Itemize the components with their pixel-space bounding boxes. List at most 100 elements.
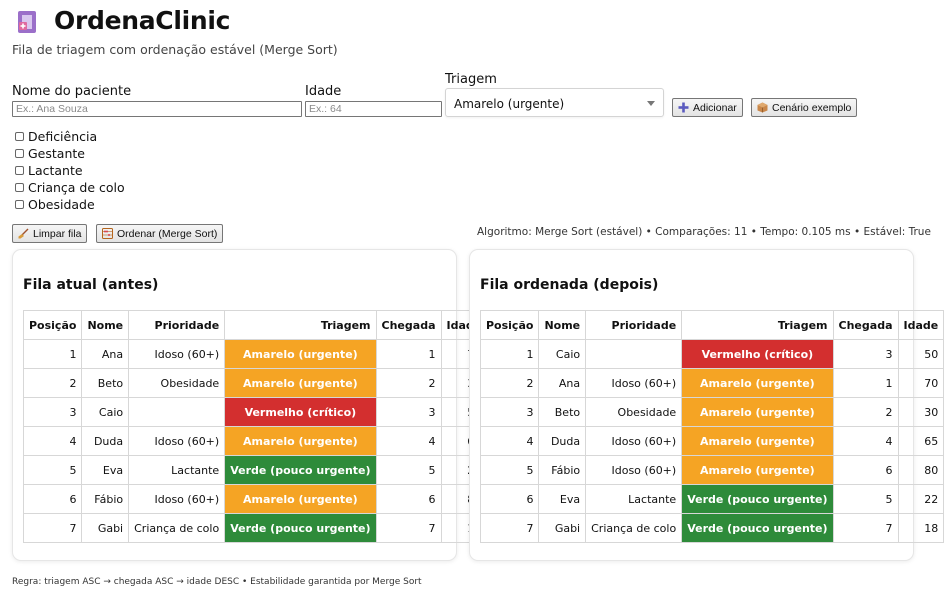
column-header: Prioridade <box>585 310 683 340</box>
hospital-logo-icon <box>15 9 41 35</box>
table-cell: 7 <box>375 513 442 543</box>
table-cell: 22 <box>897 484 945 514</box>
table-cell: 5 <box>479 455 540 485</box>
condition-checkbox-lactante[interactable]: Lactante <box>15 162 83 179</box>
condition-label: Criança de colo <box>28 180 125 195</box>
checkbox[interactable] <box>15 183 24 192</box>
table-cell: 6 <box>22 484 83 514</box>
table-cell: 2 <box>22 368 83 398</box>
table-cell: Caio <box>538 339 587 369</box>
queue-after-card: Fila ordenada (depois) Posição Nome Priori… <box>469 249 945 561</box>
table-cell: 80 <box>897 455 945 485</box>
triage-select[interactable]: Amarelo (urgente) <box>445 88 664 117</box>
patient-name-input[interactable] <box>12 101 302 117</box>
table-cell: 65 <box>897 426 945 456</box>
triage-badge-cell: Amarelo (urgente) <box>681 368 834 398</box>
table-row: 2 Ana Idoso (60+) Amarelo (urgente) 1 70 <box>479 368 945 398</box>
app-subtitle: Fila de triagem com ordenação estável (M… <box>12 42 338 57</box>
table-row: 4DudaIdoso (60+)Amarelo (urgente)465 <box>22 426 488 456</box>
example-scenario-button[interactable]: Cenário exemplo <box>751 98 858 117</box>
table-row: 3CaioVermelho (crítico)350 <box>22 397 488 427</box>
table-cell: Idoso (60+) <box>585 368 683 398</box>
add-patient-label: Adicionar <box>693 101 737 114</box>
condition-checkbox-obesidade[interactable]: Obesidade <box>15 196 95 213</box>
column-header: Nome <box>81 310 130 340</box>
table-cell: Gabi <box>538 513 587 543</box>
clear-queue-button[interactable]: Limpar fila <box>12 224 88 243</box>
triage-badge-cell: Verde (pouco urgente) <box>681 513 834 543</box>
table-row: 5 Fábio Idoso (60+) Amarelo (urgente) 6 80 <box>479 455 945 485</box>
condition-checkbox-deficiencia[interactable]: Deficiência <box>15 128 97 145</box>
broom-icon <box>18 228 29 239</box>
triage-badge-cell: Vermelho (crítico) <box>681 339 834 369</box>
checkbox[interactable] <box>15 132 24 141</box>
table-cell: 1 <box>479 339 540 369</box>
table-cell: 6 <box>479 484 540 514</box>
table-cell: Ana <box>81 339 130 369</box>
triage-badge-cell: Verde (pouco urgente) <box>224 455 377 485</box>
column-header: Triagem <box>681 310 834 340</box>
table-cell: Fábio <box>538 455 587 485</box>
table-cell: Beto <box>538 397 587 427</box>
table-cell: Obesidade <box>128 368 226 398</box>
table-cell: Criança de colo <box>128 513 226 543</box>
triage-badge-cell: Amarelo (urgente) <box>681 397 834 427</box>
triage-badge-cell: Amarelo (urgente) <box>224 368 377 398</box>
table-cell: Caio <box>81 397 130 427</box>
table-cell: Lactante <box>128 455 226 485</box>
table-cell <box>128 397 226 427</box>
table-cell: 1 <box>832 368 899 398</box>
queue-before-title: Fila atual (antes) <box>23 277 159 293</box>
table-cell: Duda <box>81 426 130 456</box>
checkbox[interactable] <box>15 166 24 175</box>
queue-after-table: Posição Nome Prioridade Triagem Chegada Idade… <box>479 310 945 543</box>
table-cell: Obesidade <box>585 397 683 427</box>
footer-rule-text: Regra: triagem ASC → chegada ASC → idade… <box>12 577 422 587</box>
table-cell: Eva <box>538 484 587 514</box>
column-header: Posição <box>479 310 540 340</box>
condition-checkbox-gestante[interactable]: Gestante <box>15 145 85 162</box>
table-cell: Lactante <box>585 484 683 514</box>
checkbox[interactable] <box>15 200 24 209</box>
table-cell: 1 <box>22 339 83 369</box>
table-cell: 4 <box>375 426 442 456</box>
table-cell: 2 <box>375 368 442 398</box>
table-row: 5EvaLactanteVerde (pouco urgente)522 <box>22 455 488 485</box>
age-input[interactable] <box>305 101 442 117</box>
table-cell: 7 <box>22 513 83 543</box>
package-icon <box>757 102 768 113</box>
chevron-down-icon <box>647 101 655 106</box>
sort-merge-button[interactable]: Ordenar (Merge Sort) <box>96 224 224 243</box>
table-cell: 5 <box>832 484 899 514</box>
example-scenario-label: Cenário exemplo <box>772 101 852 114</box>
table-cell: 50 <box>897 339 945 369</box>
table-cell: 2 <box>832 397 899 427</box>
table-cell: Duda <box>538 426 587 456</box>
table-cell: 3 <box>479 397 540 427</box>
condition-checkbox-crianca-de-colo[interactable]: Criança de colo <box>15 179 125 196</box>
queue-before-card: Fila atual (antes) Posição Nome Prioridade… <box>12 249 488 561</box>
table-cell: Fábio <box>81 484 130 514</box>
table-row: 6 Eva Lactante Verde (pouco urgente) 5 22 <box>479 484 945 514</box>
checkbox[interactable] <box>15 149 24 158</box>
table-cell: Beto <box>81 368 130 398</box>
table-cell: Idoso (60+) <box>585 426 683 456</box>
add-patient-button[interactable]: Adicionar <box>672 98 743 117</box>
triage-badge-cell: Amarelo (urgente) <box>224 484 377 514</box>
table-row: 2BetoObesidadeAmarelo (urgente)230 <box>22 368 488 398</box>
condition-label: Obesidade <box>28 197 95 212</box>
triage-badge-cell: Vermelho (crítico) <box>224 397 377 427</box>
column-header: Chegada <box>832 310 899 340</box>
column-header: Prioridade <box>128 310 226 340</box>
table-cell: 7 <box>479 513 540 543</box>
triage-badge-cell: Verde (pouco urgente) <box>224 513 377 543</box>
table-row: 7 Gabi Criança de colo Verde (pouco urgente… <box>479 513 945 543</box>
table-row: 6FábioIdoso (60+)Amarelo (urgente)680 <box>22 484 488 514</box>
condition-label: Lactante <box>28 163 83 178</box>
table-cell: 6 <box>832 455 899 485</box>
table-cell: 7 <box>832 513 899 543</box>
table-cell: Gabi <box>81 513 130 543</box>
triage-badge-cell: Amarelo (urgente) <box>681 455 834 485</box>
column-header: Triagem <box>224 310 377 340</box>
table-cell: 3 <box>375 397 442 427</box>
